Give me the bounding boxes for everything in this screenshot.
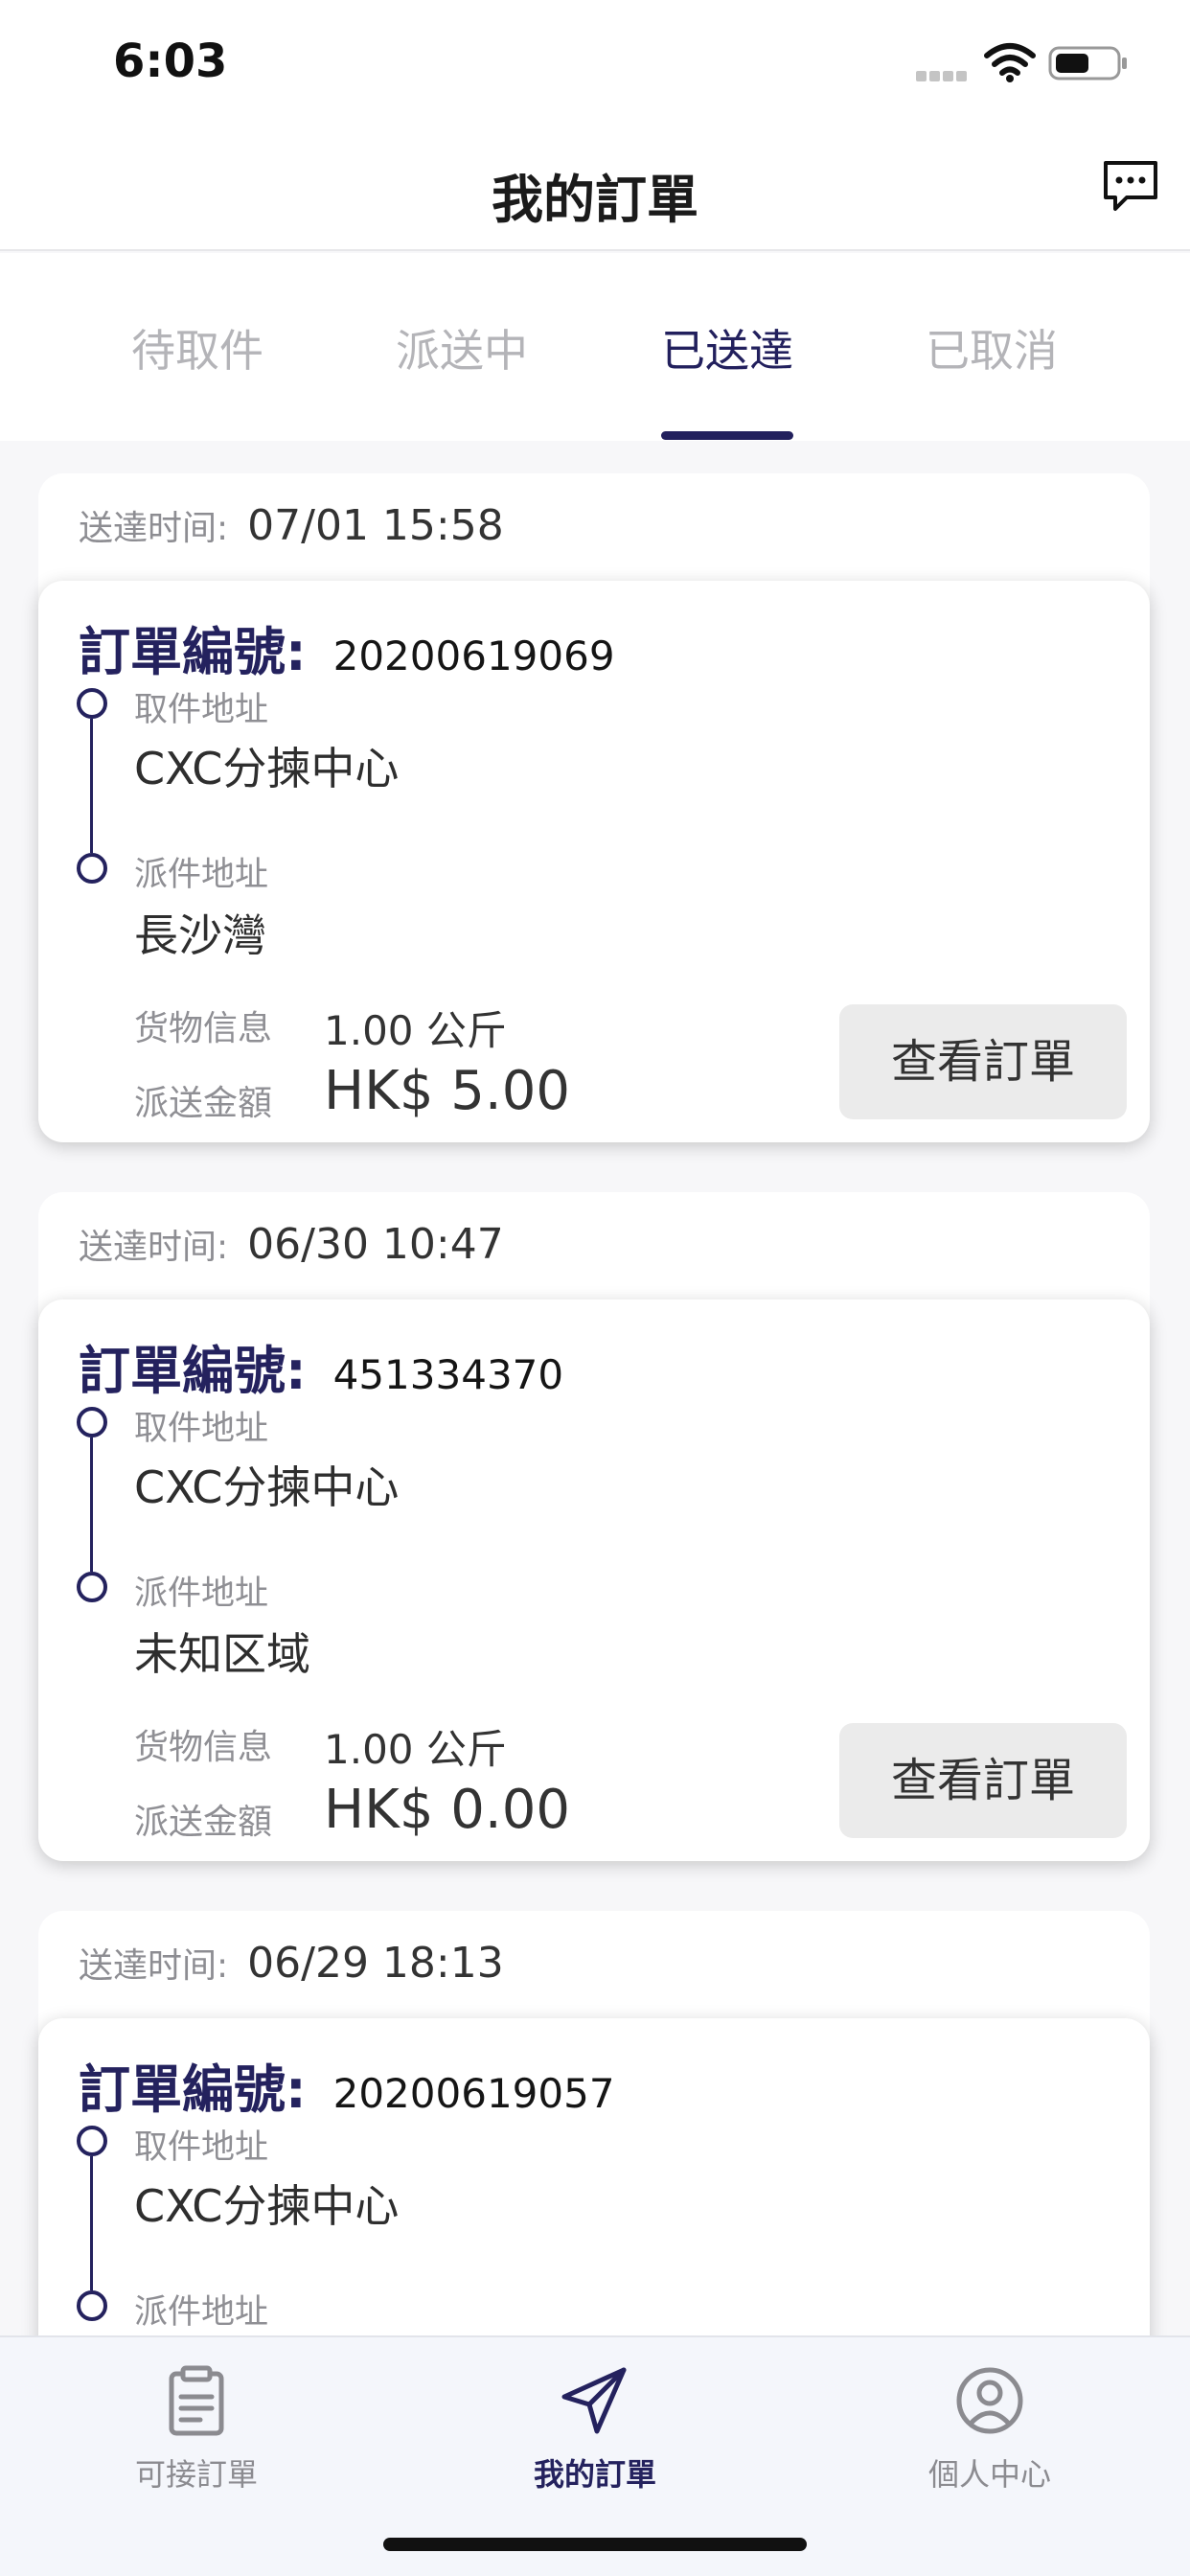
tabbar-label: 我的訂單 [533,2456,656,2493]
route-line [90,719,93,853]
order-number-value: 451334370 [332,1351,564,1398]
chat-bubble-icon[interactable] [1100,157,1161,215]
delivered-time-value: 06/30 10:47 [247,1220,504,1269]
pickup-address-label: 取件地址 [134,691,269,729]
order-status-tabs: 待取件 派送中 已送達 已取消 [0,253,1190,441]
tab-cancelled[interactable]: 已取消 [859,316,1124,380]
order-number-value: 20200619069 [332,632,615,679]
pickup-address-value: CXC分揀中心 [134,1461,400,1513]
page-title: 我的訂單 [492,170,698,230]
view-order-button[interactable]: 查看訂單 [839,1723,1127,1838]
clipboard-icon [169,2365,224,2436]
delivery-fee-value: HK$ 5.00 [324,1060,570,1122]
pickup-address-value: CXC分揀中心 [134,2180,400,2232]
pickup-dot-icon [77,688,107,719]
delivered-time-label: 送達时间: [79,509,229,548]
order-number-row: 訂單編號: 451334370 [79,1328,563,1404]
delivery-fee-value: HK$ 0.00 [324,1779,570,1841]
delivered-time-label: 送達时间: [79,1228,229,1267]
order-number-label: 訂單編號: [79,2059,307,2120]
order-item: 送達时间: 06/30 10:47 訂單編號: 451334370 取件地址 C… [38,1192,1150,1861]
delivery-address-label: 派件地址 [134,2293,269,2332]
order-number-row: 訂單編號: 20200619057 [79,2047,615,2123]
cargo-info-label: 货物信息 [134,1009,273,1048]
pickup-address-value: CXC分揀中心 [134,743,400,794]
delivered-time-row: 送達时间: 06/30 10:47 [79,1219,504,1276]
status-bar: 6:03 [0,0,1190,125]
delivered-time-value: 06/29 18:13 [247,1939,504,1988]
route-line [90,1438,93,1572]
order-number-value: 20200619057 [332,2070,615,2117]
order-number-label: 訂單編號: [79,1341,307,1401]
screen: 6:03 我的訂單 待取件 派送中 已送達 已取消 送達时间: 07/01 15… [0,0,1190,2576]
delivered-time-label: 送達时间: [79,1946,229,1986]
view-order-button[interactable]: 查看訂單 [839,1004,1127,1119]
order-list[interactable]: 送達时间: 07/01 15:58 訂單編號: 20200619069 取件地址… [38,473,1150,2576]
delivered-time-row: 送達时间: 07/01 15:58 [79,500,504,558]
active-tab-indicator [661,431,793,440]
pickup-dot-icon [77,1407,107,1438]
delivery-dot-icon [77,1572,107,1602]
nav-bar: 我的訂單 [0,125,1190,251]
tabbar-item-my-orders[interactable]: 我的訂單 [451,2360,739,2495]
tab-pending-pickup[interactable]: 待取件 [65,316,330,380]
tab-delivered[interactable]: 已送達 [595,316,859,380]
delivery-fee-label: 派送金額 [134,1084,273,1123]
cargo-weight-value: 1.00 公斤 [324,1007,507,1054]
cargo-info-label: 货物信息 [134,1728,273,1767]
delivery-dot-icon [77,2290,107,2321]
order-card[interactable]: 訂單編號: 451334370 取件地址 CXC分揀中心 派件地址 未知区域 货… [38,1300,1150,1861]
tabbar-label: 可接訂單 [134,2456,258,2493]
order-item: 送達时间: 07/01 15:58 訂單編號: 20200619069 取件地址… [38,473,1150,1142]
order-number-row: 訂單編號: 20200619069 [79,610,615,685]
delivery-address-value: 未知区域 [134,1628,310,1680]
delivery-fee-label: 派送金額 [134,1803,273,1842]
home-indicator [383,2538,807,2551]
route-line [90,2156,93,2290]
delivery-address-label: 派件地址 [134,1575,269,1613]
cargo-weight-value: 1.00 公斤 [324,1726,507,1773]
order-number-label: 訂單編號: [79,622,307,682]
delivery-address-label: 派件地址 [134,856,269,894]
pickup-address-label: 取件地址 [134,1410,269,1448]
cellular-signal-icon [916,67,972,81]
tab-in-delivery[interactable]: 派送中 [330,316,594,380]
tabbar-item-personal-center[interactable]: 個人中心 [846,2360,1133,2495]
pickup-address-label: 取件地址 [134,2128,269,2167]
tabbar-label: 個人中心 [927,2456,1051,2493]
delivery-address-value: 長沙灣 [134,909,266,961]
user-circle-icon [956,2367,1023,2434]
paper-plane-icon [561,2367,627,2434]
delivery-dot-icon [77,853,107,884]
pickup-dot-icon [77,2126,107,2156]
delivered-time-row: 送達时间: 06/29 18:13 [79,1938,504,1995]
wifi-icon [984,43,1036,82]
status-time: 6:03 [113,34,228,88]
battery-icon [1048,46,1127,80]
tabbar-item-available-orders[interactable]: 可接訂單 [53,2360,340,2495]
delivered-time-value: 07/01 15:58 [247,501,504,550]
order-card[interactable]: 訂單編號: 20200619069 取件地址 CXC分揀中心 派件地址 長沙灣 … [38,581,1150,1142]
